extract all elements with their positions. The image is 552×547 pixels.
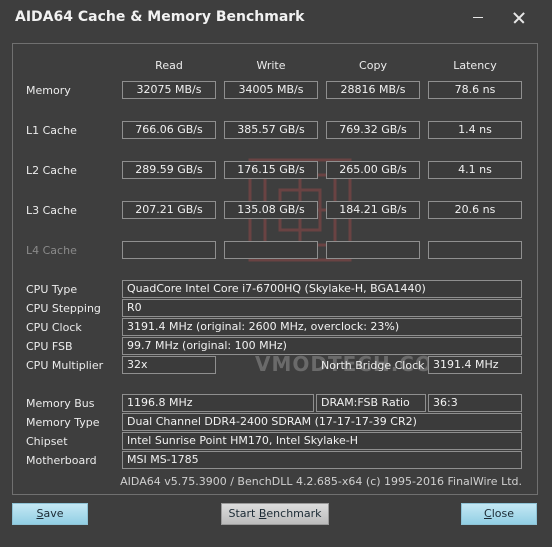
- col-header-read: Read: [155, 59, 183, 72]
- dram-fsb-ratio-label: DRAM:FSB Ratio: [316, 394, 426, 412]
- l2-write-value: 176.15 GB/s: [224, 161, 318, 179]
- l4-read-value: [122, 241, 216, 259]
- cpu-stepping-label: CPU Stepping: [26, 302, 101, 315]
- l4-write-value: [224, 241, 318, 259]
- cpu-type-value: QuadCore Intel Core i7-6700HQ (Skylake-H…: [122, 280, 522, 298]
- col-header-latency: Latency: [453, 59, 497, 72]
- version-copyright: AIDA64 v5.75.3900 / BenchDLL 4.2.685-x64…: [120, 475, 522, 488]
- l3-read-value: 207.21 GB/s: [122, 201, 216, 219]
- memory-bus-value: 1196.8 MHz: [122, 394, 314, 412]
- l3-copy-value: 184.21 GB/s: [326, 201, 420, 219]
- save-button-text: ave: [43, 507, 64, 520]
- l1-write-value: 385.57 GB/s: [224, 121, 318, 139]
- l1-read-value: 766.06 GB/s: [122, 121, 216, 139]
- north-bridge-clock-value: 3191.4 MHz: [428, 356, 522, 374]
- close-button[interactable]: Close: [461, 503, 537, 525]
- motherboard-label: Motherboard: [26, 454, 97, 467]
- l2-copy-value: 265.00 GB/s: [326, 161, 420, 179]
- close-icon[interactable]: [506, 6, 534, 30]
- memory-type-label: Memory Type: [26, 416, 100, 429]
- col-header-copy: Copy: [359, 59, 387, 72]
- cpu-stepping-value: R0: [122, 299, 522, 317]
- cpu-fsb-label: CPU FSB: [26, 340, 73, 353]
- chipset-label: Chipset: [26, 435, 68, 448]
- dram-fsb-ratio-value: 36:3: [428, 394, 522, 412]
- l3-write-value: 135.08 GB/s: [224, 201, 318, 219]
- start-benchmark-button[interactable]: Start Benchmark: [221, 503, 329, 525]
- row-label-l2: L2 Cache: [26, 164, 77, 177]
- memory-write-value: 34005 MB/s: [224, 81, 318, 99]
- motherboard-value: MSI MS-1785: [122, 451, 522, 469]
- cpu-multiplier-label: CPU Multiplier: [26, 359, 104, 372]
- l3-latency-value: 20.6 ns: [428, 201, 522, 219]
- l2-read-value: 289.59 GB/s: [122, 161, 216, 179]
- memory-copy-value: 28816 MB/s: [326, 81, 420, 99]
- col-header-write: Write: [256, 59, 286, 72]
- start-button-text-b: enchmark: [266, 507, 322, 520]
- cpu-multiplier-value: 32x: [122, 356, 216, 374]
- memory-bus-label: Memory Bus: [26, 397, 95, 410]
- title-bar: AIDA64 Cache & Memory Benchmark: [0, 0, 552, 34]
- l4-latency-value: [428, 241, 522, 259]
- l1-copy-value: 769.32 GB/s: [326, 121, 420, 139]
- memory-type-value: Dual Channel DDR4-2400 SDRAM (17-17-17-3…: [122, 413, 522, 431]
- cpu-clock-value: 3191.4 MHz (original: 2600 MHz, overcloc…: [122, 318, 522, 336]
- minimize-icon[interactable]: [464, 6, 492, 30]
- close-button-text: lose: [491, 507, 514, 520]
- row-label-l1: L1 Cache: [26, 124, 77, 137]
- start-button-text-a: Start: [228, 507, 259, 520]
- l4-copy-value: [326, 241, 420, 259]
- north-bridge-clock-label: North Bridge Clock: [321, 359, 425, 372]
- l2-latency-value: 4.1 ns: [428, 161, 522, 179]
- window-title: AIDA64 Cache & Memory Benchmark: [15, 9, 305, 25]
- row-label-l4: L4 Cache: [26, 244, 77, 257]
- memory-latency-value: 78.6 ns: [428, 81, 522, 99]
- row-label-l3: L3 Cache: [26, 204, 77, 217]
- row-label-memory: Memory: [26, 84, 71, 97]
- chipset-value: Intel Sunrise Point HM170, Intel Skylake…: [122, 432, 522, 450]
- memory-read-value: 32075 MB/s: [122, 81, 216, 99]
- save-button[interactable]: Save: [12, 503, 88, 525]
- l1-latency-value: 1.4 ns: [428, 121, 522, 139]
- close-button-accel: C: [484, 507, 492, 520]
- cpu-fsb-value: 99.7 MHz (original: 100 MHz): [122, 337, 522, 355]
- cpu-type-label: CPU Type: [26, 283, 78, 296]
- cpu-clock-label: CPU Clock: [26, 321, 82, 334]
